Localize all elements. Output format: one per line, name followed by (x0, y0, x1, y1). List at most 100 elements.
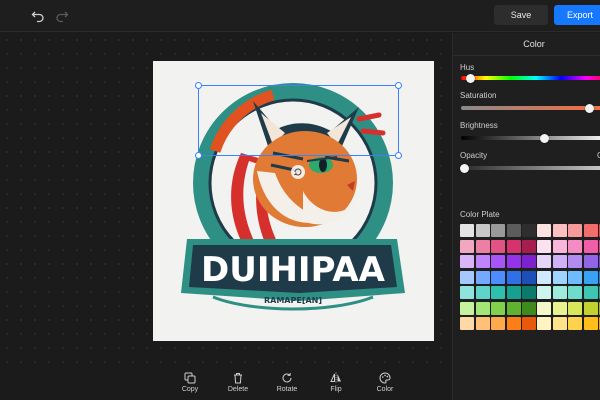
undo-icon[interactable] (28, 6, 48, 26)
color-swatch[interactable] (522, 255, 536, 268)
color-swatch[interactable] (568, 317, 582, 330)
color-swatch[interactable] (568, 301, 582, 315)
color-swatch[interactable] (522, 286, 536, 299)
color-swatch[interactable] (583, 224, 598, 237)
color-swatch[interactable] (522, 224, 536, 237)
color-swatch[interactable] (460, 301, 474, 315)
color-swatch[interactable] (506, 255, 521, 268)
palette-icon (379, 372, 391, 384)
color-swatch[interactable] (460, 255, 474, 268)
editor-window: Save Export DUIHIPAA RAMAPE[AN] Copy Del… (0, 0, 600, 400)
color-swatch[interactable] (537, 270, 551, 284)
color-swatch[interactable] (522, 239, 536, 253)
color-swatch[interactable] (506, 239, 521, 253)
resize-handle-bottom-right[interactable] (395, 152, 402, 159)
color-swatch[interactable] (475, 317, 490, 330)
color-swatch[interactable] (460, 317, 474, 330)
copy-button[interactable]: Copy (168, 372, 212, 398)
color-swatch[interactable] (491, 239, 505, 253)
resize-handle-top-right[interactable] (395, 82, 402, 89)
export-button[interactable]: Export (554, 5, 600, 25)
rotate-icon (281, 372, 293, 384)
color-swatch[interactable] (568, 224, 582, 237)
color-swatch[interactable] (506, 301, 521, 315)
color-swatch[interactable] (491, 301, 505, 315)
color-swatch[interactable] (583, 317, 598, 330)
color-swatch[interactable] (568, 255, 582, 268)
color-swatch[interactable] (552, 317, 567, 330)
color-label: Color (376, 386, 394, 393)
opacity-slider-thumb[interactable] (460, 163, 469, 173)
saturation-slider-thumb[interactable] (584, 103, 594, 113)
color-swatch[interactable] (506, 286, 521, 299)
color-swatch[interactable] (475, 239, 490, 253)
color-swatch[interactable] (583, 255, 598, 268)
color-panel: Color Hus Saturation Brightness Opacity … (452, 33, 600, 400)
logo-title-text: DUIHIPAA (201, 250, 386, 290)
hue-label: Hus (460, 63, 475, 72)
flip-button[interactable]: Flip (314, 372, 358, 398)
color-swatch[interactable] (552, 255, 567, 268)
color-swatch[interactable] (537, 255, 551, 268)
color-swatch[interactable] (491, 224, 505, 237)
color-swatch[interactable] (537, 301, 551, 315)
color-swatch[interactable] (506, 224, 521, 237)
color-swatch[interactable] (552, 270, 567, 284)
color-swatch[interactable] (491, 255, 505, 268)
color-swatch[interactable] (552, 239, 567, 253)
color-swatch[interactable] (491, 286, 505, 299)
color-swatch[interactable] (583, 301, 598, 315)
color-swatch[interactable] (475, 255, 490, 268)
color-swatch[interactable] (583, 286, 598, 299)
color-swatch[interactable] (491, 317, 505, 330)
resize-handle-bottom-left[interactable] (195, 152, 202, 159)
color-swatch[interactable] (522, 301, 536, 315)
color-swatch[interactable] (552, 301, 567, 315)
color-swatch[interactable] (537, 224, 551, 237)
delete-button[interactable]: Delete (216, 372, 260, 398)
rotate-button[interactable]: Rotate (265, 372, 309, 398)
color-button[interactable]: Color (363, 372, 407, 398)
selection-box[interactable] (195, 82, 402, 159)
redo-icon[interactable] (52, 6, 72, 26)
color-swatch[interactable] (568, 239, 582, 253)
color-swatch[interactable] (522, 270, 536, 284)
brightness-slider[interactable] (461, 133, 600, 143)
color-swatch[interactable] (537, 239, 551, 253)
color-swatch[interactable] (506, 317, 521, 330)
color-swatch[interactable] (506, 270, 521, 284)
flip-label: Flip (330, 386, 342, 393)
color-swatch[interactable] (568, 270, 582, 284)
save-button[interactable]: Save (494, 5, 548, 25)
brightness-label: Brightness (460, 121, 498, 130)
color-swatch[interactable] (552, 224, 567, 237)
color-swatch[interactable] (583, 239, 598, 253)
color-swatch[interactable] (537, 317, 551, 330)
panel-title: Color (523, 39, 545, 49)
color-swatch[interactable] (475, 286, 490, 299)
brightness-slider-thumb[interactable] (539, 133, 549, 143)
color-swatch[interactable] (460, 286, 474, 299)
color-swatch[interactable] (552, 286, 567, 299)
color-swatch[interactable] (522, 317, 536, 330)
hue-slider[interactable] (461, 73, 600, 83)
color-swatch[interactable] (460, 239, 474, 253)
color-swatch[interactable] (537, 286, 551, 299)
color-swatch[interactable] (475, 301, 490, 315)
saturation-slider[interactable] (461, 103, 600, 113)
rotate-handle-icon[interactable] (291, 165, 305, 179)
color-swatch[interactable] (583, 270, 598, 284)
color-swatch[interactable] (460, 270, 474, 284)
saturation-label: Saturation (460, 91, 497, 100)
color-swatch[interactable] (568, 286, 582, 299)
color-swatch[interactable] (475, 270, 490, 284)
logo-subtitle-text: RAMAPE[AN] (264, 296, 322, 305)
color-swatch[interactable] (460, 224, 474, 237)
color-swatch[interactable] (475, 224, 490, 237)
opacity-label: Opacity (460, 151, 488, 160)
resize-handle-top-left[interactable] (195, 82, 202, 89)
hue-slider-thumb[interactable] (466, 73, 475, 83)
copy-label: Copy (181, 386, 199, 393)
opacity-slider[interactable] (460, 163, 600, 173)
color-swatch[interactable] (491, 270, 505, 284)
